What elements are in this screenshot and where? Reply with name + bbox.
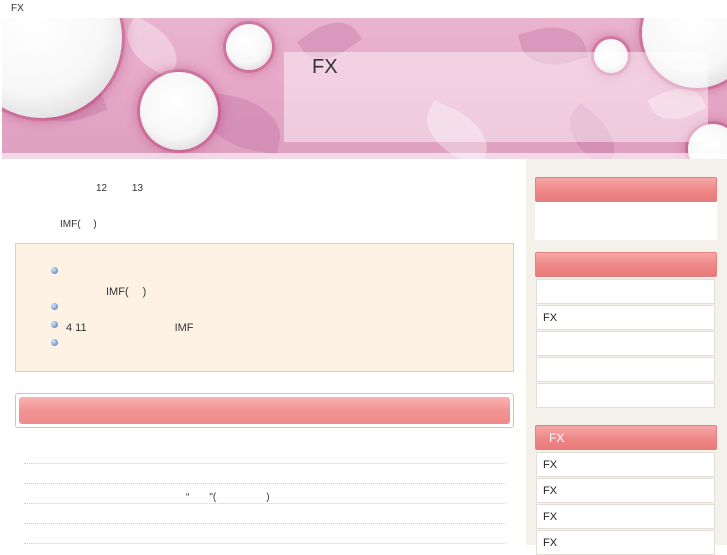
sidebar-link[interactable] (536, 357, 715, 382)
info-item[interactable]: 4 11 IMF (66, 319, 194, 335)
main-content: 12 13 IMF( ) IMF( ) 4 11 IMF “ "( ) (2, 159, 524, 545)
sidebar-section-body (535, 202, 717, 240)
section-header-fill (19, 397, 510, 424)
list-item[interactable]: “ "( ) (24, 484, 506, 504)
bullet-icon (51, 321, 58, 328)
top-bar: FX (0, 0, 727, 18)
bullet-icon (51, 303, 58, 310)
sidebar-link[interactable]: FX (536, 504, 715, 529)
top-bar-label: FX (11, 3, 24, 14)
list-item[interactable] (24, 444, 506, 464)
list-item[interactable] (24, 504, 506, 524)
sidebar-link-label: FX (543, 511, 558, 523)
bullet-icon (51, 339, 58, 346)
site-header-banner: FX (2, 18, 727, 159)
sidebar-link-label: FX (543, 537, 558, 549)
sidebar-link[interactable]: FX (536, 305, 715, 330)
sidebar-section-header: FX (535, 425, 717, 450)
sidebar-section-header (535, 252, 717, 277)
bullet-icon (51, 267, 58, 274)
sidebar-section-header (535, 177, 717, 202)
post-date-day: 13 (131, 183, 144, 194)
sidebar-link-label: FX (543, 312, 558, 324)
sidebar-link[interactable]: FX (536, 452, 715, 477)
info-item[interactable]: IMF( ) (106, 283, 146, 299)
sidebar-section-title: FX (549, 431, 565, 445)
sidebar-link-label: FX (543, 459, 558, 471)
sidebar-link[interactable]: FX (536, 530, 715, 555)
site-title[interactable]: FX (312, 56, 338, 79)
list-item[interactable] (24, 464, 506, 484)
site-title-box: FX (284, 52, 708, 142)
sidebar: FX FX FX FX FX FX (526, 159, 727, 555)
sidebar-link[interactable] (536, 383, 715, 408)
post-date-month: 12 (96, 183, 108, 194)
post-date: 12 13 (96, 183, 165, 194)
list-item-text: “ "( ) (186, 492, 270, 503)
section-header-bar (15, 393, 514, 428)
sidebar-link[interactable] (536, 279, 715, 304)
list-item[interactable] (24, 524, 506, 544)
sidebar-link-label: FX (543, 485, 558, 497)
post-list: “ "( ) (24, 444, 506, 544)
decorative-plate (140, 72, 218, 150)
info-box: IMF( ) 4 11 IMF (15, 243, 514, 372)
sidebar-link[interactable]: FX (536, 478, 715, 503)
decorative-plate (226, 24, 272, 70)
decorative-leaf (116, 18, 188, 79)
post-subtitle: IMF( ) (60, 219, 97, 230)
sidebar-link[interactable] (536, 331, 715, 356)
